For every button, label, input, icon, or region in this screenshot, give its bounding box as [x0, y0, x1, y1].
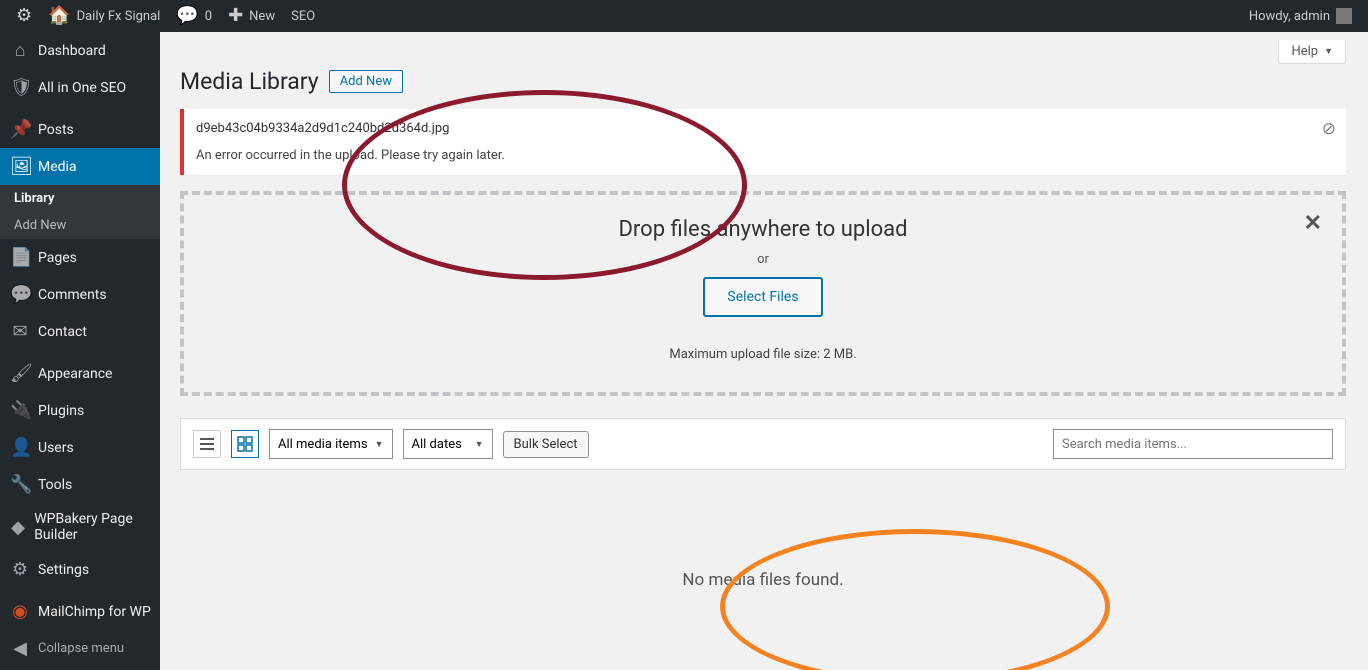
menu-contact[interactable]: ✉ Contact	[0, 313, 160, 350]
admin-sidebar: ⌂ Dashboard 🛡 All in One SEO 📌 Posts 🖼 M…	[0, 32, 160, 670]
media-toolbar: All media items All dates Bulk Select	[180, 418, 1346, 470]
site-name: Daily Fx Signal	[77, 9, 161, 24]
submenu-addnew[interactable]: Add New	[0, 212, 160, 239]
builder-icon: ◆	[10, 517, 26, 538]
menu-label: Users	[38, 440, 74, 456]
wrench-icon: 🔧	[10, 474, 30, 495]
menu-posts[interactable]: 📌 Posts	[0, 111, 160, 148]
help-tab[interactable]: Help ▼	[1278, 40, 1346, 64]
annotation-orange-oval	[720, 529, 1110, 670]
view-list-button[interactable]	[193, 430, 221, 458]
close-icon[interactable]: ✕	[1304, 211, 1322, 236]
brush-icon: 🖌	[10, 363, 30, 384]
menu-settings[interactable]: ⚙ Settings	[0, 551, 160, 588]
menu-label: Contact	[38, 324, 87, 340]
error-message: An error occurred in the upload. Please …	[196, 148, 505, 163]
menu-label: All in One SEO	[38, 80, 126, 96]
menu-tools[interactable]: 🔧 Tools	[0, 466, 160, 503]
wp-logo[interactable]: ⚙	[8, 0, 40, 32]
add-new-button[interactable]: Add New	[329, 70, 403, 93]
main-content: Help ▼ Media Library Add New d9eb43c04b9…	[160, 32, 1368, 670]
menu-appearance[interactable]: 🖌 Appearance	[0, 355, 160, 392]
comments-count: 0	[205, 9, 212, 24]
new-content[interactable]: ✚ New	[220, 0, 283, 32]
chevron-down-icon: ▼	[1324, 46, 1333, 57]
comment-icon: 💬	[10, 284, 30, 305]
plugin-icon: 🔌	[10, 400, 30, 421]
menu-label: Posts	[38, 122, 74, 138]
menu-label: Appearance	[38, 366, 112, 382]
drop-title: Drop files anywhere to upload	[184, 217, 1342, 242]
filter-date-value: All dates	[412, 437, 462, 452]
avatar-icon	[1336, 8, 1352, 24]
menu-aioseo[interactable]: 🛡 All in One SEO	[0, 69, 160, 106]
filter-media-date[interactable]: All dates	[403, 429, 493, 459]
view-grid-button[interactable]	[231, 430, 259, 458]
error-filename: d9eb43c04b9334a2d9d1c240bd2d364d.jpg	[196, 121, 1306, 136]
list-icon	[199, 436, 215, 452]
mail-icon: ✉	[10, 321, 30, 342]
submenu-library[interactable]: Library	[0, 185, 160, 212]
comments-link[interactable]: 💬 0	[168, 0, 220, 32]
collapse-menu[interactable]: ◀ Collapse menu	[0, 630, 160, 667]
menu-label: Settings	[38, 562, 89, 578]
wordpress-icon: ⚙	[16, 7, 32, 25]
dismiss-notice-button[interactable]: ⊘	[1322, 119, 1336, 139]
help-label: Help	[1291, 44, 1318, 59]
filter-type-value: All media items	[278, 437, 368, 452]
menu-label: Media	[38, 159, 77, 175]
search-input[interactable]	[1053, 429, 1333, 459]
menu-pages[interactable]: 📄 Pages	[0, 239, 160, 276]
pin-icon: 📌	[10, 119, 30, 140]
menu-media[interactable]: 🖼 Media	[0, 148, 160, 185]
menu-comments[interactable]: 💬 Comments	[0, 276, 160, 313]
select-files-button[interactable]: Select Files	[703, 277, 822, 317]
settings-icon: ⚙	[10, 559, 30, 580]
dashboard-icon: ⌂	[10, 40, 30, 61]
menu-plugins[interactable]: 🔌 Plugins	[0, 392, 160, 429]
menu-label: Tools	[38, 477, 72, 493]
menu-label: Pages	[38, 250, 77, 266]
collapse-label: Collapse menu	[38, 641, 124, 656]
new-label: New	[249, 9, 275, 24]
home-icon: 🏠	[48, 7, 70, 25]
user-icon: 👤	[10, 437, 30, 458]
page-title: Media Library	[180, 68, 319, 95]
grid-icon	[237, 436, 253, 452]
menu-wpbakery[interactable]: ◆ WPBakery Page Builder	[0, 503, 160, 551]
no-media-message: No media files found.	[180, 570, 1346, 590]
seo-label: SEO	[291, 9, 315, 24]
account-link[interactable]: Howdy, admin	[1241, 0, 1360, 32]
menu-dashboard[interactable]: ⌂ Dashboard	[0, 32, 160, 69]
seo-link[interactable]: SEO	[283, 0, 323, 32]
drop-or: or	[184, 252, 1342, 267]
pages-icon: 📄	[10, 247, 30, 268]
max-upload-size: Maximum upload file size: 2 MB.	[184, 347, 1342, 362]
submenu-media: Library Add New	[0, 185, 160, 239]
plus-icon: ✚	[228, 7, 243, 25]
menu-mailchimp[interactable]: ◉ MailChimp for WP	[0, 593, 160, 630]
howdy-text: Howdy, admin	[1249, 9, 1330, 24]
menu-label: Comments	[38, 287, 107, 303]
mailchimp-icon: ◉	[10, 601, 30, 622]
menu-label: Plugins	[38, 403, 84, 419]
upload-error-notice: d9eb43c04b9334a2d9d1c240bd2d364d.jpg An …	[180, 109, 1346, 175]
shield-icon: 🛡	[10, 77, 30, 98]
menu-users[interactable]: 👤 Users	[0, 429, 160, 466]
menu-label: WPBakery Page Builder	[34, 511, 152, 543]
site-link[interactable]: 🏠 Daily Fx Signal	[40, 0, 168, 32]
media-icon: 🖼	[10, 156, 30, 177]
bulk-select-button[interactable]: Bulk Select	[503, 431, 589, 458]
filter-media-type[interactable]: All media items	[269, 429, 393, 459]
collapse-icon: ◀	[10, 638, 30, 659]
admin-bar: ⚙ 🏠 Daily Fx Signal 💬 0 ✚ New SEO Howdy,…	[0, 0, 1368, 32]
menu-label: MailChimp for WP	[38, 604, 151, 620]
comment-icon: 💬	[176, 7, 198, 25]
menu-label: Dashboard	[38, 43, 106, 59]
upload-drop-zone[interactable]: ✕ Drop files anywhere to upload or Selec…	[180, 191, 1346, 396]
